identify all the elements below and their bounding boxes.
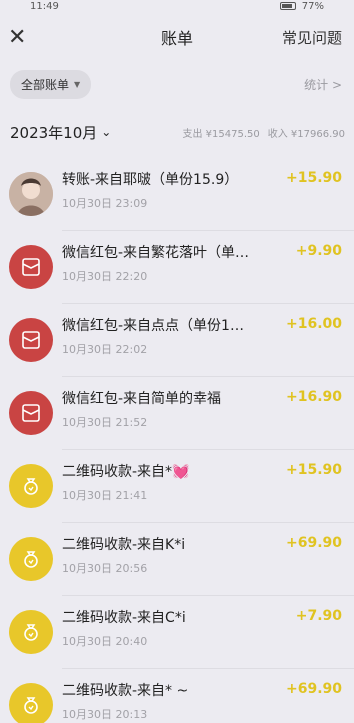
transaction-amount: +69.90 — [285, 681, 342, 697]
transaction-time: 10月30日 20:40 — [62, 635, 148, 648]
month-selector[interactable]: 2023年10月 ⌄ — [10, 122, 111, 143]
transaction-list: 转账-来自耶啵（单份15.9） 10月30日 23:09 +15.90 微信红包… — [0, 158, 354, 723]
transaction-time: 10月30日 20:56 — [62, 562, 148, 575]
filter-row: 全部账单 ▼ 统计 > — [0, 62, 354, 106]
transaction-item[interactable]: 转账-来自耶啵（单份15.9） 10月30日 23:09 +15.90 — [0, 158, 354, 231]
stats-link[interactable]: 统计 > — [304, 76, 342, 93]
transaction-time: 10月30日 20:13 — [62, 708, 148, 721]
avatar-photo-icon — [9, 172, 53, 216]
transaction-title: 二维码收款-来自C*i — [62, 610, 186, 626]
transaction-amount: +69.90 — [285, 535, 342, 551]
bill-filter-label: 全部账单 — [21, 77, 70, 92]
money-bag-icon — [9, 683, 53, 723]
expense-total: 支出 ¥15475.50 — [182, 128, 260, 140]
status-time: 11:49 — [30, 0, 59, 12]
transaction-item[interactable]: 二维码收款-来自* ~ 10月30日 20:13 +69.90 — [0, 669, 354, 723]
transaction-amount: +7.90 — [295, 608, 342, 624]
transaction-title: 微信红包-来自点点（单份1… — [62, 318, 244, 334]
money-bag-icon — [9, 610, 53, 654]
money-bag-icon — [9, 464, 53, 508]
transaction-time: 10月30日 21:52 — [62, 416, 148, 429]
transaction-title: 转账-来自耶啵（单份15.9） — [62, 172, 239, 188]
transaction-time: 10月30日 22:20 — [62, 270, 148, 283]
nav-bar: ✕ 账单 常见问题 — [0, 12, 354, 62]
transaction-amount: +15.90 — [285, 462, 342, 478]
faq-link[interactable]: 常见问题 — [282, 27, 342, 48]
chevron-down-icon: ⌄ — [101, 125, 112, 139]
status-bar: 11:49 77% — [0, 0, 354, 12]
close-icon[interactable]: ✕ — [8, 25, 38, 50]
transaction-item[interactable]: 二维码收款-来自K*i 10月30日 20:56 +69.90 — [0, 523, 354, 596]
red-envelope-icon — [9, 391, 53, 435]
transaction-title: 微信红包-来自繁花落叶（单… — [62, 245, 250, 261]
transaction-title: 微信红包-来自简单的幸福 — [62, 391, 222, 407]
transaction-item[interactable]: 微信红包-来自繁花落叶（单… 10月30日 22:20 +9.90 — [0, 231, 354, 304]
transaction-title: 二维码收款-来自*💓 — [62, 464, 190, 480]
transaction-title: 二维码收款-来自K*i — [62, 537, 186, 553]
transaction-title: 二维码收款-来自* ~ — [62, 683, 189, 699]
money-bag-icon — [9, 537, 53, 581]
transaction-item[interactable]: 微信红包-来自点点（单份1… 10月30日 22:02 +16.00 — [0, 304, 354, 377]
transaction-time: 10月30日 21:41 — [62, 489, 148, 502]
month-row: 2023年10月 ⌄ 支出 ¥15475.50 收入 ¥17966.90 — [0, 106, 354, 158]
red-envelope-icon — [9, 245, 53, 289]
transaction-amount: +15.90 — [285, 170, 342, 186]
bill-filter-dropdown[interactable]: 全部账单 ▼ — [10, 69, 92, 99]
avatar — [9, 172, 53, 216]
transaction-time: 10月30日 23:09 — [62, 197, 148, 210]
transaction-item[interactable]: 二维码收款-来自C*i 10月30日 20:40 +7.90 — [0, 596, 354, 669]
transaction-amount: +16.00 — [285, 316, 342, 332]
battery-level: 77% — [301, 0, 324, 12]
transaction-amount: +16.90 — [285, 389, 342, 405]
red-envelope-icon — [9, 318, 53, 362]
status-icons: 77% — [279, 0, 324, 12]
month-totals: 支出 ¥15475.50 收入 ¥17966.90 — [182, 125, 345, 140]
transaction-amount: +9.90 — [295, 243, 342, 259]
battery-icon — [279, 2, 296, 10]
caret-down-icon: ▼ — [74, 79, 81, 89]
transaction-item[interactable]: 二维码收款-来自*💓 10月30日 21:41 +15.90 — [0, 450, 354, 523]
transaction-time: 10月30日 22:02 — [62, 343, 148, 356]
income-total: 收入 ¥17966.90 — [267, 128, 345, 140]
transaction-item[interactable]: 微信红包-来自简单的幸福 10月30日 21:52 +16.90 — [0, 377, 354, 450]
month-label: 2023年10月 — [10, 123, 98, 142]
